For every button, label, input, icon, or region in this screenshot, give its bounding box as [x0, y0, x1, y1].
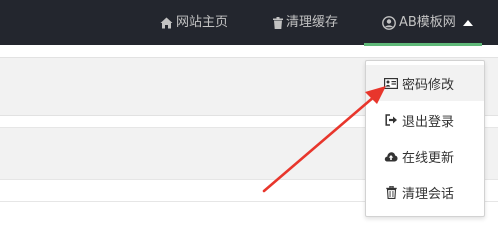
top-navbar: 网站主页 清理缓存 AB模板网 — [0, 0, 498, 46]
menu-item-online-update[interactable]: 在线更新 — [366, 138, 484, 174]
nav-user-menu-toggle[interactable]: AB模板网 — [364, 0, 482, 45]
nav-home-label: 网站主页 — [176, 15, 229, 30]
menu-item-label: 退出登录 — [402, 114, 455, 130]
menu-item-label: 在线更新 — [402, 150, 455, 166]
menu-item-logout[interactable]: 退出登录 — [366, 102, 484, 138]
menu-item-label: 清理会话 — [402, 186, 455, 202]
menu-item-change-password[interactable]: 密码修改 — [366, 65, 484, 101]
user-circle-icon — [382, 15, 396, 30]
active-nav-indicator — [364, 43, 482, 46]
menu-item-clear-session[interactable]: 清理会话 — [366, 174, 484, 210]
nav-clear-cache-label: 清理缓存 — [286, 15, 339, 30]
trash-icon — [384, 185, 398, 199]
id-card-icon — [384, 76, 398, 90]
caret-up-icon — [462, 19, 473, 26]
home-icon — [160, 17, 173, 29]
user-dropdown-menu: 密码修改 退出登录 在线更新 清理会话 — [365, 60, 485, 217]
cloud-upload-icon — [384, 149, 398, 163]
nav-clear-cache-link[interactable]: 清理缓存 — [273, 0, 338, 45]
trash-icon — [273, 16, 283, 29]
menu-item-label: 密码修改 — [402, 77, 455, 93]
sign-out-icon — [384, 113, 398, 127]
nav-user-label: AB模板网 — [399, 15, 456, 30]
nav-home-link[interactable]: 网站主页 — [160, 0, 228, 45]
